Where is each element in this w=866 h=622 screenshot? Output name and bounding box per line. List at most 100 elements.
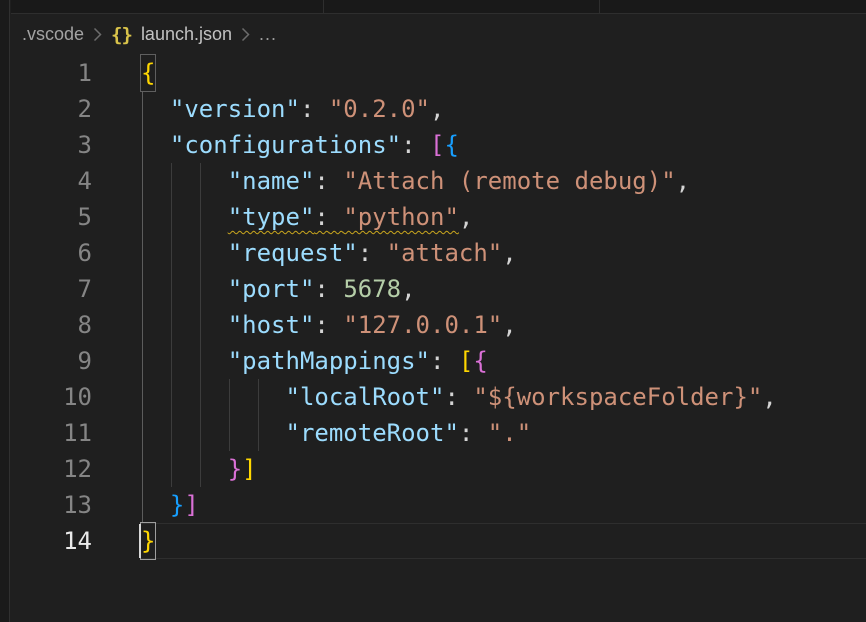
code-text: "configurations": [{: [141, 127, 459, 163]
token: "remoteRoot": [286, 419, 459, 447]
token: :: [314, 167, 328, 195]
token: "request": [228, 239, 358, 267]
token: :: [444, 383, 458, 411]
token: [314, 95, 328, 123]
code-line[interactable]: 8 "host": "127.0.0.1",: [11, 307, 866, 343]
tab-bar: [11, 0, 866, 14]
token: ,: [401, 275, 415, 303]
token: [372, 239, 386, 267]
token: "name": [228, 167, 315, 195]
code-line[interactable]: 11 "remoteRoot": ".": [11, 415, 866, 451]
token: [459, 383, 473, 411]
token: [141, 347, 228, 375]
line-number[interactable]: 7: [11, 271, 141, 307]
line-number[interactable]: 6: [11, 235, 141, 271]
token: "python": [343, 203, 459, 231]
line-number[interactable]: 13: [11, 487, 141, 523]
code-text: "request": "attach",: [141, 235, 517, 271]
token: "0.2.0": [329, 95, 430, 123]
line-number[interactable]: 12: [11, 451, 141, 487]
token: ,: [459, 203, 473, 231]
token: :: [401, 131, 415, 159]
token: [329, 167, 343, 195]
breadcrumb-file[interactable]: launch.json: [141, 24, 232, 45]
token: [141, 311, 228, 339]
line-number[interactable]: 11: [11, 415, 141, 451]
token: [329, 311, 343, 339]
code-text: "pathMappings": [{: [141, 343, 488, 379]
token: [329, 203, 343, 231]
line-number[interactable]: 3: [11, 127, 141, 163]
json-file-icon: {}: [111, 24, 132, 46]
code-text: "host": "127.0.0.1",: [141, 307, 517, 343]
code-line[interactable]: 6 "request": "attach",: [11, 235, 866, 271]
token: [329, 275, 343, 303]
token: [141, 275, 228, 303]
token: :: [314, 203, 328, 231]
line-number[interactable]: 9: [11, 343, 141, 379]
token: ]: [184, 491, 198, 519]
token: ,: [676, 167, 690, 195]
editor-pane[interactable]: 1{2 "version": "0.2.0",3 "configurations…: [11, 55, 866, 622]
chevron-right-icon: [241, 27, 250, 42]
code-line[interactable]: 3 "configurations": [{: [11, 127, 866, 163]
line-number[interactable]: 10: [11, 379, 141, 415]
token: "${workspaceFolder}": [473, 383, 762, 411]
code-line[interactable]: 2 "version": "0.2.0",: [11, 91, 866, 127]
token: :: [314, 311, 328, 339]
token: {: [473, 347, 487, 375]
token: :: [358, 239, 372, 267]
line-number[interactable]: 14: [11, 523, 141, 559]
code-line[interactable]: 9 "pathMappings": [{: [11, 343, 866, 379]
token: [141, 203, 228, 231]
tab-2[interactable]: [324, 0, 599, 13]
token: [416, 131, 430, 159]
token: "host": [228, 311, 315, 339]
code-text: }: [141, 523, 155, 559]
code-line[interactable]: 7 "port": 5678,: [11, 271, 866, 307]
line-number[interactable]: 1: [11, 55, 141, 91]
token: [: [459, 347, 473, 375]
code-text: {: [141, 55, 155, 91]
token: ,: [762, 383, 776, 411]
token: [141, 131, 170, 159]
breadcrumb: .vscode {} launch.json ...: [11, 14, 866, 55]
code-line[interactable]: 14}: [11, 523, 866, 559]
code-text: "name": "Attach (remote debug)",: [141, 163, 690, 199]
token: :: [430, 347, 444, 375]
code-text: "remoteRoot": ".": [141, 415, 531, 451]
code-line[interactable]: 4 "name": "Attach (remote debug)",: [11, 163, 866, 199]
tab-1[interactable]: [11, 0, 323, 13]
code-text: }]: [141, 487, 199, 523]
token: [: [430, 131, 444, 159]
token: ,: [502, 239, 516, 267]
token: :: [314, 275, 328, 303]
line-number[interactable]: 2: [11, 91, 141, 127]
line-number[interactable]: 5: [11, 199, 141, 235]
token: [473, 419, 487, 447]
code-text: }]: [141, 451, 257, 487]
chevron-right-icon: [93, 27, 102, 42]
code-line[interactable]: 13 }]: [11, 487, 866, 523]
token: :: [459, 419, 473, 447]
code-text: "port": 5678,: [141, 271, 416, 307]
code-line[interactable]: 12 }]: [11, 451, 866, 487]
token: "pathMappings": [228, 347, 430, 375]
line-number[interactable]: 8: [11, 307, 141, 343]
breadcrumb-symbol-path[interactable]: ...: [259, 24, 277, 45]
token: [141, 419, 286, 447]
token: "configurations": [170, 131, 401, 159]
code-line[interactable]: 1{: [11, 55, 866, 91]
window-left-rail: [0, 0, 10, 622]
token: {: [444, 131, 458, 159]
token: [444, 347, 458, 375]
code-line[interactable]: 10 "localRoot": "${workspaceFolder}",: [11, 379, 866, 415]
token: "type": [228, 203, 315, 231]
token: "127.0.0.1": [343, 311, 502, 339]
code-line[interactable]: 5 "type": "python",: [11, 199, 866, 235]
line-number[interactable]: 4: [11, 163, 141, 199]
breadcrumb-folder[interactable]: .vscode: [22, 24, 84, 45]
token: "version": [170, 95, 300, 123]
tab-3[interactable]: [600, 0, 866, 13]
token: :: [300, 95, 314, 123]
